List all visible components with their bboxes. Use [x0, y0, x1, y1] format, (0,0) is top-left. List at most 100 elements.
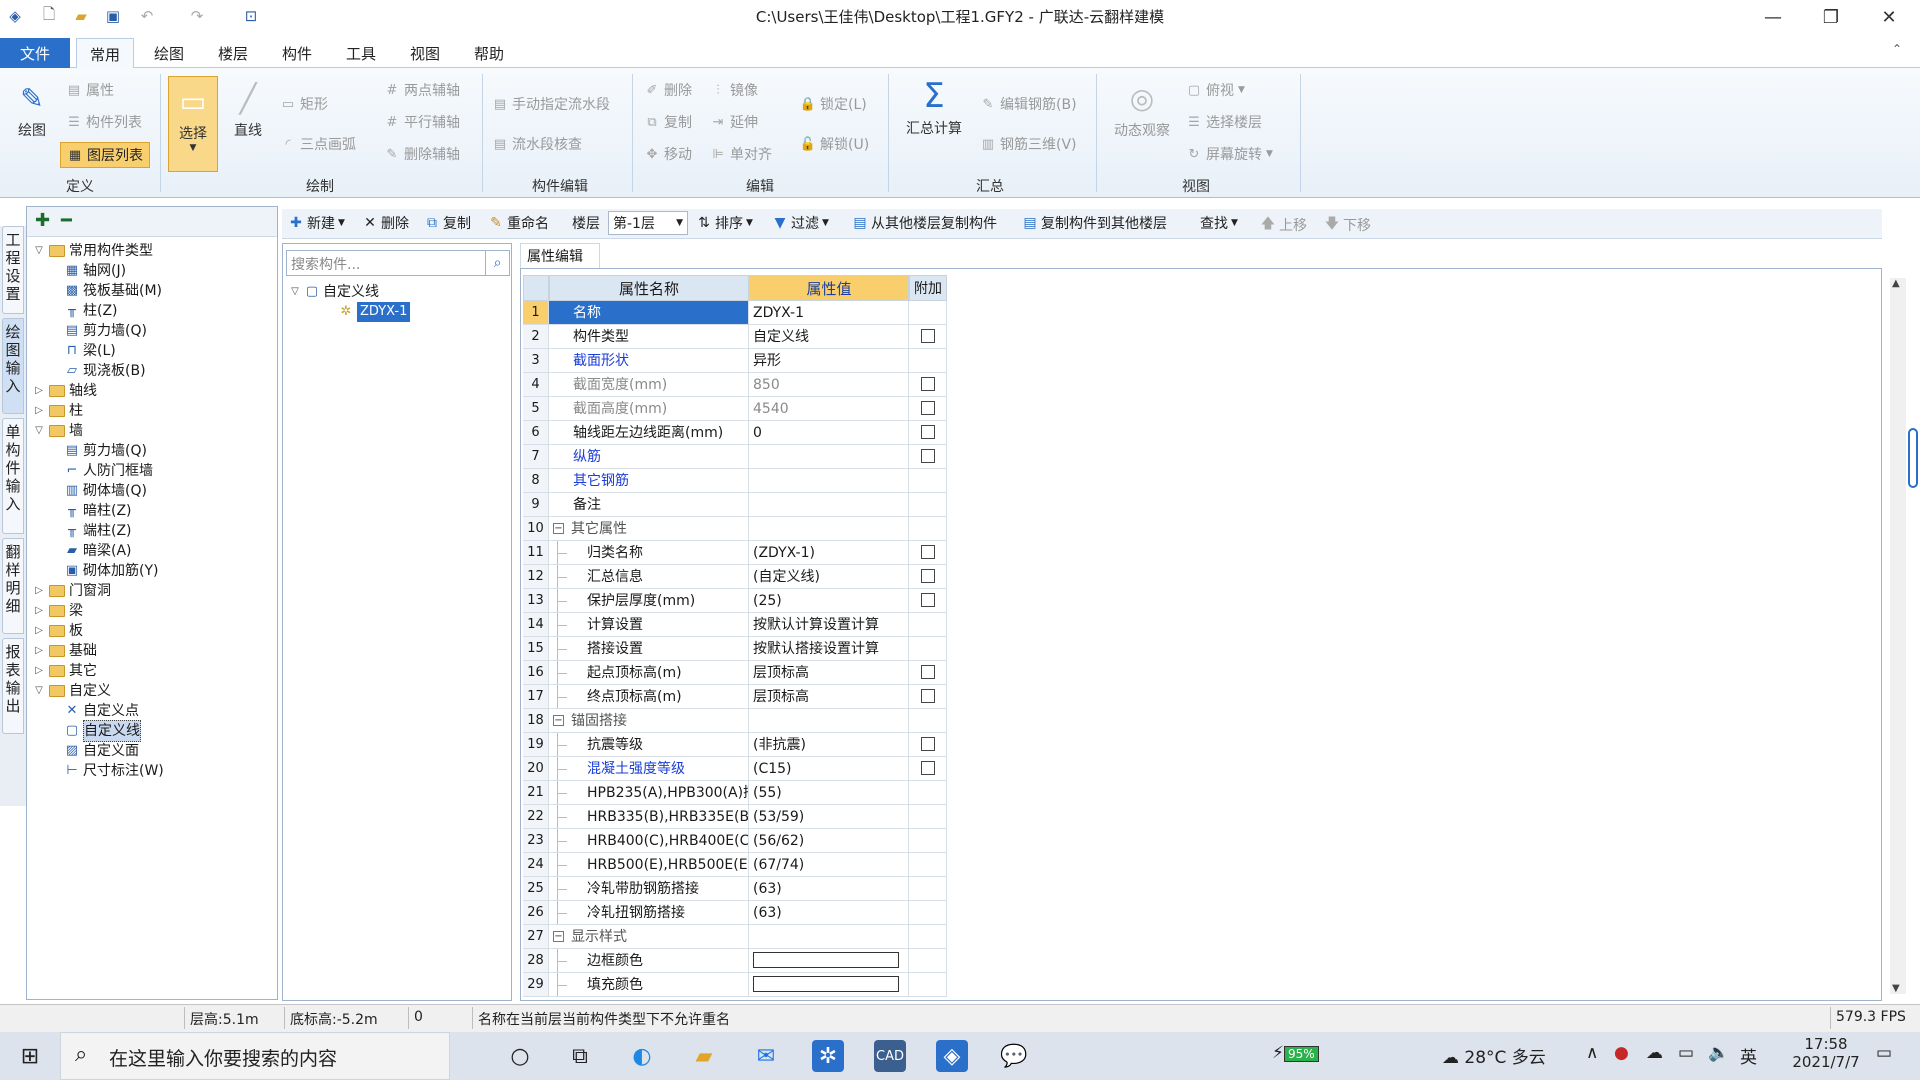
collapse-ribbon-icon[interactable]: ⌃: [1892, 42, 1902, 56]
property-row[interactable]: 11 归类名称 (ZDYX-1): [523, 541, 1473, 565]
property-row[interactable]: 3 截面形状 异形: [523, 349, 1473, 373]
tree-item[interactable]: ▣ 砌体加筋(Y): [65, 561, 159, 581]
property-value-cell[interactable]: [749, 949, 909, 973]
move-down-button[interactable]: 🡇 下移: [1324, 213, 1371, 237]
new-file-icon[interactable]: 🗋: [38, 5, 60, 27]
redo-icon[interactable]: ↷: [186, 5, 208, 27]
menu-tab-component[interactable]: 构件: [268, 38, 326, 68]
menu-tab-common[interactable]: 常用: [76, 38, 134, 69]
menu-tab-view[interactable]: 视图: [396, 38, 454, 68]
parallel-axis-button[interactable]: # 平行辅轴: [384, 112, 460, 132]
tree-folder[interactable]: ▷ 板: [33, 621, 83, 641]
tree-folder[interactable]: ▷ 门窗洞: [33, 581, 111, 601]
expand-all-icon[interactable]: ✚: [35, 210, 50, 231]
property-row[interactable]: 19 抗震等级 (非抗震): [523, 733, 1473, 757]
property-row[interactable]: 20 混凝土强度等级 (C15): [523, 757, 1473, 781]
floor-select[interactable]: 第-1层 ▼: [608, 211, 688, 235]
property-row[interactable]: 24 HRB500(E),HRB500E(EE), (67/74): [523, 853, 1473, 877]
property-row[interactable]: 22 HRB335(B),HRB335E(BE),(53/59): [523, 805, 1473, 829]
property-row[interactable]: 2 构件类型 自定义线: [523, 325, 1473, 349]
attach-checkbox[interactable]: [920, 593, 935, 607]
glodon-icon[interactable]: ◈: [936, 1040, 968, 1072]
tree-folder[interactable]: ▷ 梁: [33, 601, 83, 621]
property-row[interactable]: 1 名称 ZDYX-1: [523, 301, 1473, 325]
property-value-cell[interactable]: 按默认计算设置计算: [749, 613, 909, 637]
battery-tray-icon[interactable]: ▭: [1678, 1043, 1694, 1063]
property-value-cell[interactable]: 0: [749, 421, 909, 445]
tree-item[interactable]: ╥ 柱(Z): [65, 301, 117, 321]
open-folder-icon[interactable]: ▰: [70, 5, 92, 27]
chevron-right-icon[interactable]: ▷: [33, 381, 45, 401]
property-row[interactable]: 17 终点顶标高(m) 层顶标高: [523, 685, 1473, 709]
property-row[interactable]: 26 冷轧扭钢筋搭接 (63): [523, 901, 1473, 925]
chevron-right-icon[interactable]: ▷: [33, 641, 45, 661]
attach-checkbox[interactable]: [920, 401, 935, 415]
side-tab-single-component-input[interactable]: 单构件输入: [2, 418, 24, 534]
side-tab-project-settings[interactable]: 工程设置: [2, 226, 24, 314]
property-value-cell[interactable]: [749, 925, 909, 949]
quick-access-icon[interactable]: ⊡: [240, 5, 262, 27]
property-value-cell[interactable]: (53/59): [749, 805, 909, 829]
select-floor-button[interactable]: ☰ 选择楼层: [1186, 112, 1262, 132]
chevron-down-icon[interactable]: ▽: [289, 282, 301, 302]
property-value-cell[interactable]: 层顶标高: [749, 661, 909, 685]
attach-checkbox[interactable]: [920, 569, 935, 583]
rectangle-button[interactable]: ▭ 矩形: [280, 94, 328, 114]
collapse-all-icon[interactable]: ━: [61, 210, 72, 231]
attach-checkbox[interactable]: [920, 377, 935, 391]
search-icon[interactable]: ⌕: [486, 250, 510, 276]
line-button[interactable]: ╱ 直线: [226, 80, 270, 140]
property-value-cell[interactable]: (55): [749, 781, 909, 805]
tree-item[interactable]: ⊢ 尺寸标注(W): [65, 761, 163, 781]
property-value-cell[interactable]: (自定义线): [749, 565, 909, 589]
property-row[interactable]: 5 截面高度(mm) 4540: [523, 397, 1473, 421]
manual-flow-segment-button[interactable]: ▤ 手动指定流水段: [492, 94, 610, 114]
file-explorer-icon[interactable]: ▰: [688, 1040, 720, 1072]
windows-start-icon[interactable]: ⊞: [14, 1040, 46, 1072]
two-point-axis-button[interactable]: # 两点辅轴: [384, 80, 460, 100]
task-view-icon[interactable]: ⧉: [564, 1040, 596, 1072]
clock[interactable]: 17:58 2021/7/7: [1786, 1035, 1866, 1071]
edge-browser-icon[interactable]: ◐: [626, 1040, 658, 1072]
property-row[interactable]: 13 保护层厚度(mm) (25): [523, 589, 1473, 613]
filter-button[interactable]: ▼ 过滤 ▼: [772, 213, 829, 233]
property-category-row[interactable]: 18− 锚固搭接: [523, 709, 1473, 733]
tree-item[interactable]: ▩ 筏板基础(M): [65, 281, 162, 301]
property-value-cell[interactable]: [749, 709, 909, 733]
select-button[interactable]: ▭ 选择 ▼: [168, 76, 218, 172]
mail-icon[interactable]: ✉: [750, 1040, 782, 1072]
property-value-cell[interactable]: 异形: [749, 349, 909, 373]
attach-checkbox[interactable]: [920, 449, 935, 463]
attach-checkbox[interactable]: [920, 737, 935, 751]
rebar-3d-button[interactable]: ▥ 钢筋三维(V): [980, 134, 1077, 154]
menu-tab-draw[interactable]: 绘图: [140, 38, 198, 68]
tray-app-icon[interactable]: ●: [1614, 1043, 1629, 1063]
extend-button[interactable]: ⇥ 延伸: [710, 112, 758, 132]
copy-from-other-floor-button[interactable]: ▤ 从其他楼层复制构件: [852, 213, 997, 233]
battery-indicator[interactable]: ⚡ 95%: [1272, 1043, 1319, 1063]
property-value-cell[interactable]: (63): [749, 901, 909, 925]
color-swatch[interactable]: [753, 976, 899, 992]
tree-item[interactable]: ✕ 自定义点: [65, 701, 139, 721]
property-value-cell[interactable]: 层顶标高: [749, 685, 909, 709]
tree-item[interactable]: ▱ 现浇板(B): [65, 361, 146, 381]
tree-item[interactable]: ▨ 自定义面: [65, 741, 139, 761]
side-tab-layout-detail[interactable]: 翻样明细: [2, 538, 24, 634]
single-align-button[interactable]: ⊫ 单对齐: [710, 144, 772, 164]
property-value-cell[interactable]: (56/62): [749, 829, 909, 853]
tree-item[interactable]: ╥ 暗柱(Z): [65, 501, 131, 521]
component-search-input[interactable]: 搜索构件...: [286, 250, 486, 276]
lock-button[interactable]: 🔒 锁定(L): [800, 94, 867, 114]
summary-calc-button[interactable]: Σ 汇总计算: [898, 76, 970, 138]
unlock-button[interactable]: 🔓 解锁(U): [800, 134, 869, 154]
property-value-cell[interactable]: [749, 517, 909, 541]
chevron-right-icon[interactable]: ▷: [33, 581, 45, 601]
tray-chevron-up-icon[interactable]: ∧: [1586, 1043, 1598, 1063]
property-value-cell[interactable]: [749, 445, 909, 469]
property-row[interactable]: 6 轴线距左边线距离(mm) 0: [523, 421, 1473, 445]
notification-icon[interactable]: ▭: [1876, 1043, 1892, 1063]
tree-folder[interactable]: ▷ 柱: [33, 401, 83, 421]
collapse-minus-icon[interactable]: −: [553, 523, 564, 534]
property-value-cell[interactable]: 4540: [749, 397, 909, 421]
property-value-cell[interactable]: (非抗震): [749, 733, 909, 757]
